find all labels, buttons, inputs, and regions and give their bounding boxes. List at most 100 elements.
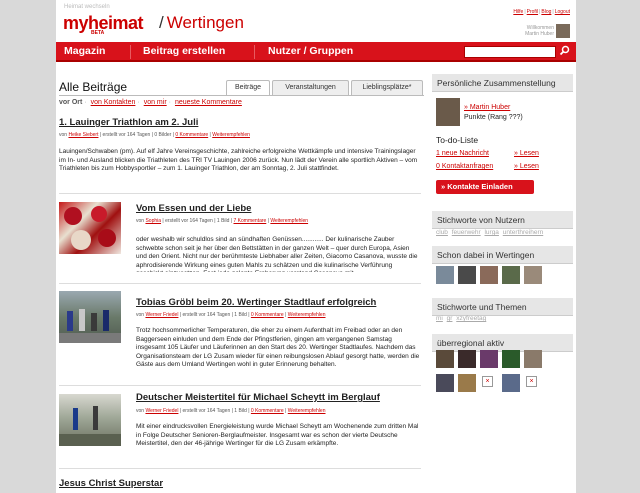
comments-link[interactable]: 0 Kommentare	[251, 312, 284, 318]
comments-link[interactable]: 0 Kommentare	[175, 132, 208, 138]
todo-contacts[interactable]: 0 Kontaktanfragen	[436, 163, 493, 170]
member-avatar[interactable]	[458, 350, 476, 368]
member-avatar[interactable]	[502, 374, 520, 392]
tags-users: club feuerwehr lurga unterthreihern	[436, 229, 545, 236]
meta-prefix: von	[136, 218, 145, 224]
meta-prefix: von	[136, 312, 145, 318]
article-meta: von Sophia | erstellt vor 164 Tagen | 1 …	[136, 218, 309, 224]
beta-badge: BETA	[91, 30, 105, 36]
todo-title: To-do-Liste	[436, 135, 479, 145]
tab-divider	[59, 95, 424, 96]
author-link[interactable]: Werner Friedel	[145, 408, 178, 414]
avatar[interactable]	[556, 24, 570, 38]
meta-info: | erstellt vor 164 Tagen | 0 Bilder |	[99, 132, 174, 138]
author-link[interactable]: Heike Siebert	[68, 132, 98, 138]
broken-image-icon[interactable]: ×	[526, 376, 537, 387]
member-avatar[interactable]	[480, 266, 498, 284]
user-points: Punkte (Rang ???)	[464, 114, 523, 121]
tag-link[interactable]: xzyfreetag	[456, 315, 486, 322]
tab-veranstaltungen[interactable]: Veranstaltungen	[272, 80, 349, 95]
heimat-switch-link[interactable]: Heimat wechseln	[64, 4, 110, 10]
divider	[59, 193, 421, 194]
article-title[interactable]: Tobias Gröbl beim 20. Wertinger Stadtlau…	[136, 297, 376, 308]
article-title[interactable]: Deutscher Meistertitel für Michael Schey…	[136, 392, 380, 403]
search-input[interactable]	[464, 46, 556, 58]
tag-link[interactable]: unterthreihern	[503, 229, 543, 236]
article-meta: von Werner Friedel | erstellt vor 164 Ta…	[136, 408, 326, 414]
page: Heimat wechseln myheimat BETA / Wertingen…	[56, 0, 576, 493]
profile-link[interactable]: Profil	[527, 9, 538, 15]
recommend-link[interactable]: Weiterempfehlen	[270, 218, 308, 224]
tag-link[interactable]: gr	[447, 315, 453, 322]
nav-users-groups[interactable]: Nutzer / Gruppen	[268, 45, 353, 57]
article-title[interactable]: Jesus Christ Superstar	[59, 478, 163, 489]
meta-info: | erstellt vor 164 Tagen | 1 Bild |	[162, 218, 233, 224]
member-avatar[interactable]	[502, 266, 520, 284]
header: Heimat wechseln myheimat BETA / Wertingen…	[56, 0, 576, 42]
member-avatar[interactable]	[436, 374, 454, 392]
tab-lieblingsplaetze[interactable]: Lieblingsplätze*	[351, 80, 423, 95]
broken-image-icon[interactable]: ×	[482, 376, 493, 387]
search-icon[interactable]	[558, 45, 570, 57]
member-avatar[interactable]	[458, 266, 476, 284]
member-avatar[interactable]	[502, 350, 520, 368]
city-title: / Wertingen	[159, 13, 244, 32]
divider	[59, 283, 421, 284]
nav-magazin[interactable]: Magazin	[64, 45, 105, 57]
author-link[interactable]: Sophia	[145, 218, 161, 224]
article-title[interactable]: 1. Lauinger Triathlon am 2. Juli	[59, 117, 198, 128]
tag-link[interactable]: lurga	[484, 229, 498, 236]
tag-link[interactable]: club	[436, 229, 448, 236]
article-text: Mit einer eindrucksvollen Energieleistun…	[136, 423, 419, 448]
tab-beitraege[interactable]: Beiträge	[226, 80, 270, 95]
subnav-contacts[interactable]: von Kontakten	[91, 99, 136, 106]
tag-link[interactable]: feuerwehr	[452, 229, 481, 236]
help-link[interactable]: Hilfe	[513, 9, 523, 15]
article-text: Trotz hochsommerlicher Temperaturen, die…	[136, 327, 420, 369]
subnav-latest-comments[interactable]: neueste Kommentare	[175, 99, 242, 106]
meta-prefix: von	[136, 408, 145, 414]
article-title[interactable]: Vom Essen und der Liebe	[136, 203, 251, 214]
article-text: oder weshalb wir schuldlos sind an sündh…	[136, 236, 418, 272]
personal-box-header: Persönliche Zusammenstellung	[432, 74, 573, 92]
sub-nav: vor Ort · von Kontakten · von mir · neueste…	[59, 99, 242, 106]
nav-separator	[130, 45, 131, 59]
member-avatar[interactable]	[458, 374, 476, 392]
author-link[interactable]: Werner Friedel	[145, 312, 178, 318]
article-thumbnail[interactable]	[59, 202, 121, 254]
divider	[59, 468, 421, 469]
nav-create-post[interactable]: Beitrag erstellen	[143, 45, 225, 57]
comments-link[interactable]: 0 Kommentare	[251, 408, 284, 414]
recommend-link[interactable]: Weiterempfehlen	[288, 408, 326, 414]
subnav-current: vor Ort	[59, 99, 83, 106]
article-thumbnail[interactable]	[59, 291, 121, 343]
nav-separator	[254, 45, 255, 59]
recommend-link[interactable]: Weiterempfehlen	[288, 312, 326, 318]
logout-link[interactable]: Logout	[555, 9, 570, 15]
article-text: Lauingen/Schwaben (pm). Auf elf Jahre Ve…	[59, 148, 418, 173]
todo-messages-read[interactable]: » Lesen	[514, 150, 539, 157]
comments-link[interactable]: 7 Kommentare	[234, 218, 267, 224]
article-meta: von Werner Friedel | erstellt vor 164 Ta…	[136, 312, 326, 318]
member-avatar[interactable]	[436, 350, 454, 368]
member-avatar[interactable]	[480, 350, 498, 368]
top-links: Hilfe|Profil|Blog|Logout	[513, 9, 570, 15]
blog-link[interactable]: Blog	[541, 9, 551, 15]
member-avatar[interactable]	[436, 266, 454, 284]
article-thumbnail[interactable]	[59, 394, 121, 446]
invite-contacts-button[interactable]: » Kontakte Einladen	[436, 180, 534, 194]
recommend-link[interactable]: Weiterempfehlen	[212, 132, 250, 138]
todo-contacts-read[interactable]: » Lesen	[514, 163, 539, 170]
member-avatar[interactable]	[524, 350, 542, 368]
user-avatar[interactable]	[436, 98, 460, 126]
tags-themes-header: Stichworte und Themen	[432, 298, 573, 316]
member-avatar[interactable]	[524, 266, 542, 284]
tags-themes: mi gr xzyfreetag	[436, 315, 488, 322]
main-nav: Magazin Beitrag erstellen Nutzer / Grupp…	[56, 42, 576, 62]
tag-link[interactable]: mi	[436, 315, 443, 322]
todo-messages[interactable]: 1 neue Nachricht	[436, 150, 489, 157]
tags-users-header: Stichworte von Nutzern	[432, 211, 573, 229]
user-profile-link[interactable]: » Martin Huber	[464, 104, 510, 111]
divider	[59, 385, 421, 386]
subnav-mine[interactable]: von mir	[144, 99, 167, 106]
